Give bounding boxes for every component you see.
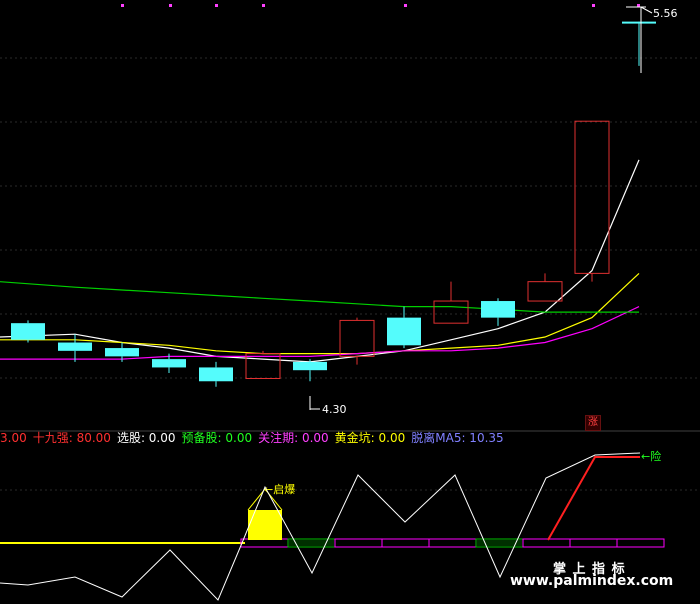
indicator-item: 十九强: 80.00 bbox=[32, 431, 111, 445]
marker-dot bbox=[404, 4, 407, 7]
marker-dot bbox=[215, 4, 218, 7]
indicator-value-row: 3.00 十九强: 80.00 选股: 0.00 预备股: 0.00 关注期: 0.00… bbox=[0, 431, 510, 447]
candle-body-down bbox=[387, 317, 421, 346]
candle bbox=[199, 361, 233, 387]
signal-cell bbox=[522, 538, 571, 548]
signal-cell bbox=[240, 538, 289, 548]
candle bbox=[574, 120, 610, 282]
zhang-badge[interactable]: 涨 bbox=[585, 415, 601, 431]
marker-dot bbox=[169, 4, 172, 7]
signal-cell bbox=[428, 538, 477, 548]
kline-chart-stage[interactable]: 5.56 4.30 ←启爆 ←险 涨 3.00 十九强: 80.00 选股: 0.00 预… bbox=[0, 0, 700, 604]
high-price-label: 5.56 bbox=[653, 7, 678, 20]
candle-body-down bbox=[481, 301, 515, 318]
low-price-label: 4.30 bbox=[322, 403, 347, 416]
candle-body-down bbox=[199, 367, 233, 382]
candle-body-up bbox=[433, 300, 469, 324]
high-arrow bbox=[640, 6, 653, 14]
candle bbox=[433, 281, 469, 324]
candle bbox=[58, 334, 92, 362]
indicator-item: 黄金坑: 0.00 bbox=[334, 431, 406, 445]
candle-body-up bbox=[574, 120, 610, 274]
candle-body-up bbox=[339, 319, 375, 357]
candle-body-down bbox=[293, 361, 327, 371]
candlestick-series bbox=[11, 21, 656, 387]
signal-cell bbox=[381, 538, 430, 548]
candle bbox=[11, 320, 45, 343]
indicator-item: 预备股: 0.00 bbox=[181, 431, 253, 445]
candle-body-down bbox=[152, 359, 186, 368]
indicator-item: 关注期: 0.00 bbox=[258, 431, 329, 445]
candle bbox=[245, 350, 281, 380]
watermark-url: www.palmindex.com bbox=[510, 573, 674, 589]
candle-body-up bbox=[527, 281, 563, 302]
candle-body-down bbox=[622, 21, 656, 24]
candle-body-up bbox=[245, 353, 281, 380]
marker-dot bbox=[262, 4, 265, 7]
xian-label: ←险 bbox=[641, 449, 661, 463]
indicator-item: 脱离MA5: 10.35 bbox=[411, 431, 504, 445]
ma-green bbox=[0, 281, 639, 313]
candle bbox=[622, 21, 656, 66]
candle bbox=[481, 298, 515, 326]
candle bbox=[527, 273, 563, 302]
marker-dot bbox=[592, 4, 595, 7]
candle-body-down bbox=[58, 342, 92, 351]
candle-body-down bbox=[11, 323, 45, 340]
indicator-item: 3.00 bbox=[0, 431, 27, 445]
candle bbox=[387, 306, 421, 349]
chart-canvas[interactable]: 5.564.30 ←启爆←险 bbox=[0, 0, 700, 604]
price-annotations: 5.56 4.30 bbox=[309, 6, 678, 416]
marker-dot bbox=[121, 4, 124, 7]
signal-cell bbox=[334, 538, 383, 548]
signal-cell bbox=[569, 538, 618, 548]
qibao-bar bbox=[248, 510, 282, 540]
ma-white bbox=[0, 159, 640, 363]
indicator-item: 选股: 0.00 bbox=[116, 431, 176, 445]
signal-cell bbox=[616, 538, 665, 548]
indicator-red-line bbox=[547, 456, 640, 541]
moving-average-lines bbox=[0, 159, 640, 363]
candle-body-down bbox=[105, 348, 139, 357]
